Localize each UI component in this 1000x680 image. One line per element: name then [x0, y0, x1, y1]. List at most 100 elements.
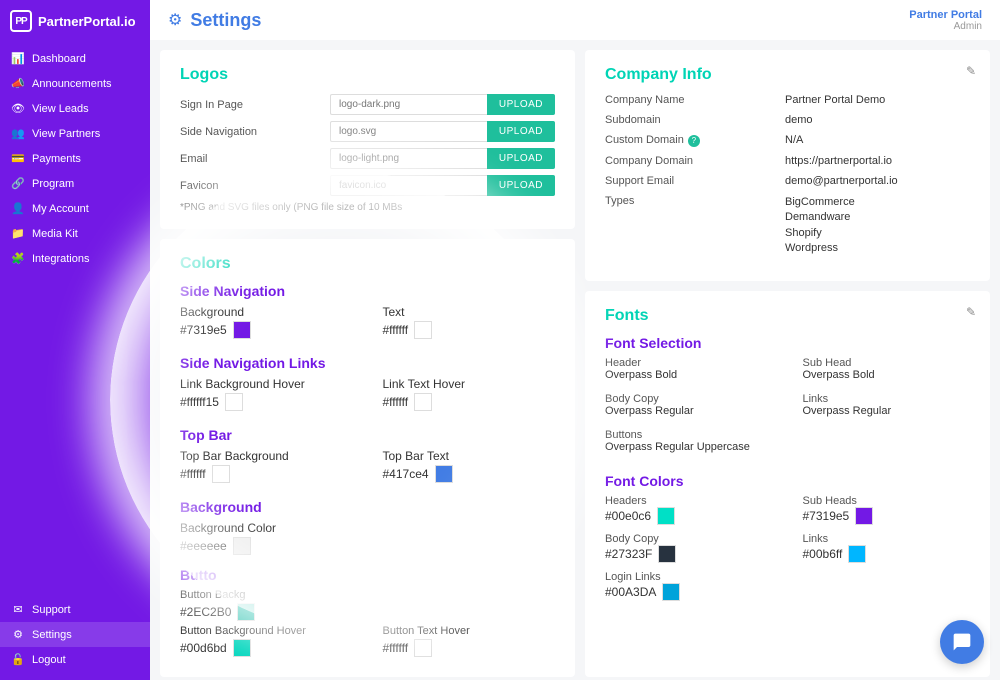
topbar-user[interactable]: Partner Portal Admin: [909, 9, 982, 32]
type-item: Shopify: [785, 226, 855, 241]
nav-label: View Partners: [32, 128, 100, 140]
btn-hover-bg-value: #00d6bd: [180, 641, 227, 655]
fonts-title: Fonts: [605, 307, 970, 325]
section-side-nav: Side Navigation: [180, 283, 555, 299]
topbar-bg-label: Top Bar Background: [180, 449, 353, 463]
nav-label: Media Kit: [32, 228, 78, 240]
font-selection-title: Font Selection: [605, 335, 970, 351]
btn-bg-label: Button Backg: [180, 589, 555, 601]
sidebar-item-support[interactable]: ✉Support: [0, 597, 150, 622]
btn-hover-text-label: Button Text Hover: [383, 625, 556, 637]
color-swatch[interactable]: [233, 537, 251, 555]
info-value: https://partnerportal.io: [785, 155, 892, 167]
color-swatch[interactable]: [848, 545, 866, 563]
type-item: BigCommerce: [785, 195, 855, 210]
sidebar-item-view-leads[interactable]: 👁View Leads: [0, 96, 150, 121]
color-swatch[interactable]: [657, 507, 675, 525]
color-swatch[interactable]: [233, 321, 251, 339]
color-swatch[interactable]: [212, 465, 230, 483]
account-icon: 👤: [12, 202, 24, 215]
color-swatch[interactable]: [414, 639, 432, 657]
sidebar-item-my-account[interactable]: 👤My Account: [0, 196, 150, 221]
font-value: Overpass Regular: [605, 405, 773, 417]
font-colors-title: Font Colors: [605, 473, 970, 489]
info-label: Support Email: [605, 175, 785, 187]
nav-label: Program: [32, 178, 74, 190]
color-swatch[interactable]: [658, 545, 676, 563]
company-card: ✎ Company Info Company NamePartner Porta…: [585, 50, 990, 281]
nav-label: Integrations: [32, 253, 89, 265]
color-swatch[interactable]: [225, 393, 243, 411]
color-swatch[interactable]: [414, 321, 432, 339]
sidebar-item-program[interactable]: 🔗 Program: [0, 171, 150, 196]
help-icon[interactable]: ?: [688, 135, 700, 147]
fc-value: #00A3DA: [605, 585, 656, 599]
sidebar-item-logout[interactable]: 🔓Logout: [0, 647, 150, 672]
nav-main: 📊Dashboard 📣Announcements 👁View Leads 👥V…: [0, 42, 150, 597]
col-right: ✎ Company Info Company NamePartner Porta…: [585, 50, 990, 677]
program-icon: 🔗: [12, 177, 24, 190]
info-value: N/A: [785, 134, 803, 147]
color-swatch[interactable]: [855, 507, 873, 525]
fc-value: #00e0c6: [605, 509, 651, 523]
brand-name: PartnerPortal.io: [38, 14, 136, 29]
logo-label: Side Navigation: [180, 126, 330, 138]
dashboard-icon: 📊: [12, 52, 24, 65]
colors-card: Colors Side Navigation Background #7319e…: [160, 239, 575, 677]
leads-icon: 👁: [12, 102, 24, 115]
color-swatch[interactable]: [237, 603, 255, 621]
nav-label: Settings: [32, 629, 72, 641]
sidebar-item-media-kit[interactable]: 📁 Media Kit: [0, 221, 150, 246]
info-value: demo: [785, 114, 813, 126]
font-label: Buttons: [605, 429, 773, 441]
logo-row-signin: Sign In Page logo-dark.png UPLOAD: [180, 94, 555, 115]
nav-label: Payments: [32, 153, 81, 165]
sidebar-item-settings[interactable]: ⚙Settings: [0, 622, 150, 647]
topbar-bg-value: #ffffff: [180, 467, 206, 481]
upload-button[interactable]: UPLOAD: [487, 121, 555, 142]
edit-icon[interactable]: ✎: [966, 305, 976, 319]
font-label: Sub Head: [803, 357, 971, 369]
color-swatch[interactable]: [435, 465, 453, 483]
topbar-left: ⚙ Settings: [168, 10, 261, 31]
color-swatch[interactable]: [233, 639, 251, 657]
upload-button[interactable]: UPLOAD: [487, 148, 555, 169]
fc-label: Headers: [605, 495, 773, 507]
fc-value: #7319e5: [803, 509, 850, 523]
sidebar-item-announcements[interactable]: 📣Announcements: [0, 71, 150, 96]
bg-label: Background: [180, 305, 353, 319]
upload-button[interactable]: UPLOAD: [487, 175, 555, 196]
color-swatch[interactable]: [662, 583, 680, 601]
upload-button[interactable]: UPLOAD: [487, 94, 555, 115]
section-top-bar: Top Bar: [180, 427, 555, 443]
brand[interactable]: PP PartnerPortal.io: [0, 0, 150, 42]
edit-icon[interactable]: ✎: [966, 64, 976, 78]
sidebar-item-integrations[interactable]: 🧩Integrations: [0, 246, 150, 271]
info-label: Subdomain: [605, 114, 785, 126]
types-label: Types: [605, 195, 785, 257]
hover-bg-value: #ffffff15: [180, 395, 219, 409]
section-side-nav-links: Side Navigation Links: [180, 355, 555, 371]
chat-bubble[interactable]: [940, 620, 984, 664]
nav-bottom: ✉Support ⚙Settings 🔓Logout: [0, 597, 150, 680]
font-label: Links: [803, 393, 971, 405]
logo-row-sidenav: Side Navigation logo.svg UPLOAD: [180, 121, 555, 142]
sidebar-item-view-partners[interactable]: 👥View Partners: [0, 121, 150, 146]
topbar-text-label: Top Bar Text: [383, 449, 556, 463]
logos-title: Logos: [180, 66, 555, 84]
font-label: Body Copy: [605, 393, 773, 405]
btn-hover-bg-label: Button Background Hover: [180, 625, 353, 637]
sidebar-item-payments[interactable]: 💳Payments: [0, 146, 150, 171]
user-role: Admin: [909, 21, 982, 32]
company-title: Company Info: [605, 66, 970, 84]
user-name: Partner Portal: [909, 9, 982, 21]
info-label: Company Name: [605, 94, 785, 106]
logo-file: logo-dark.png: [330, 94, 487, 115]
type-item: Wordpress: [785, 241, 855, 256]
color-swatch[interactable]: [414, 393, 432, 411]
sidebar-item-dashboard[interactable]: 📊Dashboard: [0, 46, 150, 71]
fc-value: #00b6ff: [803, 547, 843, 561]
text-value: #ffffff: [383, 323, 409, 337]
gear-icon: ⚙: [168, 10, 182, 30]
media-kit-icon: 📁: [12, 227, 24, 240]
